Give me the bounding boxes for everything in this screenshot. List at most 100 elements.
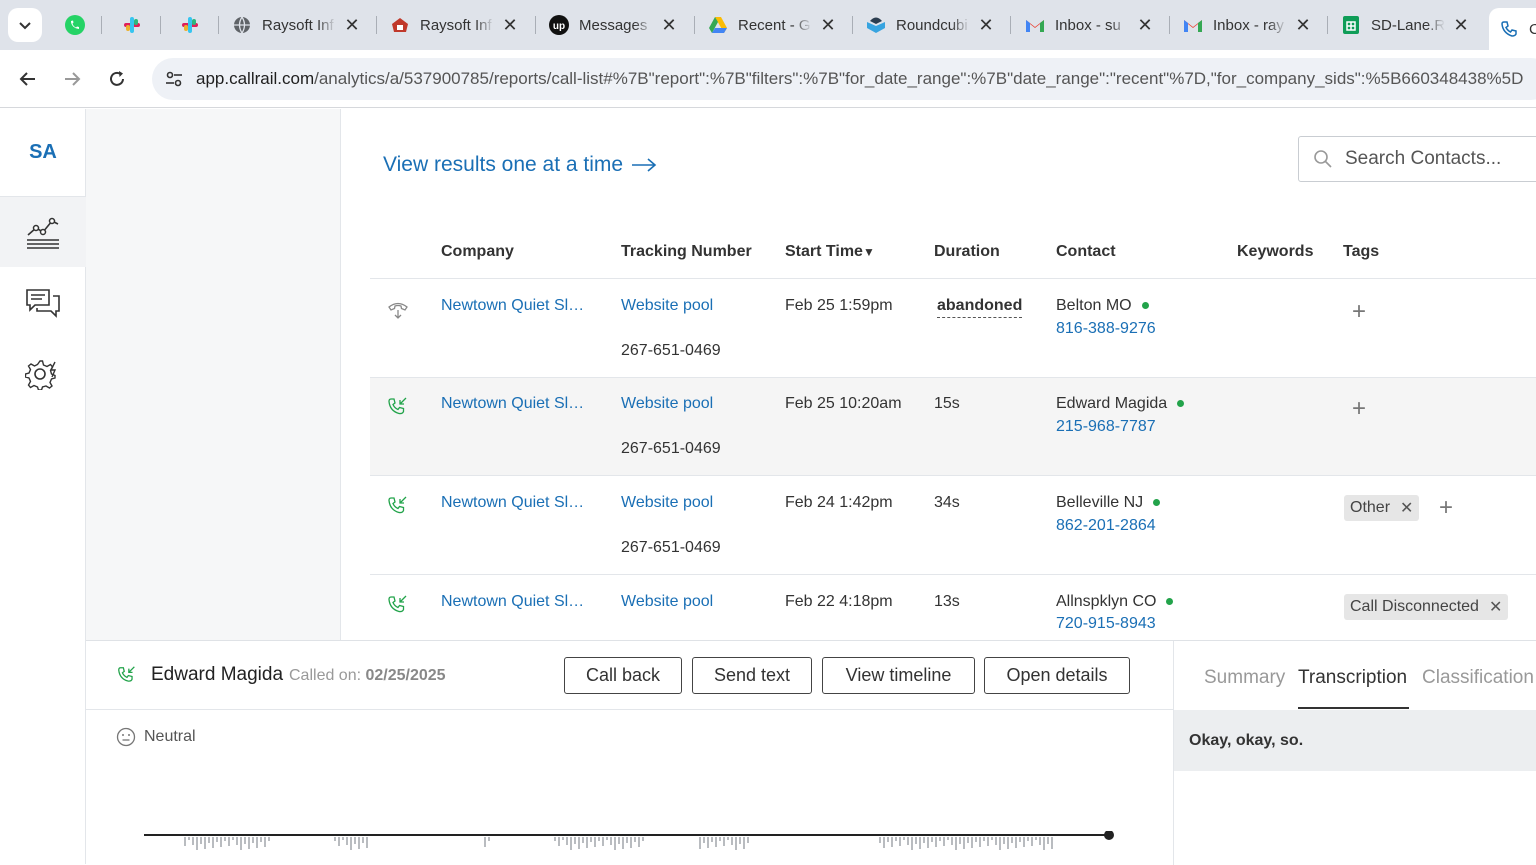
col-contact[interactable]: Contact [1056,243,1116,261]
table-row[interactable]: Newtown Quiet Sl… Website pool 267-651-0… [370,477,1536,575]
gmail-icon [1025,15,1045,35]
playhead-handle[interactable] [1104,831,1114,840]
col-tags[interactable]: Tags [1343,243,1379,261]
close-icon[interactable]: ✕ [1135,15,1155,36]
add-tag-button[interactable]: + [1439,494,1453,522]
browser-tab-active[interactable]: C [1489,8,1536,50]
close-icon[interactable]: ✕ [342,15,362,36]
browser-tab[interactable]: Raysoft Inf ✕ [380,8,530,42]
tab-search-button[interactable] [8,8,42,42]
browser-tab[interactable]: Recent - G ✕ [698,8,848,42]
waveform-bar [200,837,202,844]
waveform-bar [727,837,729,840]
company-link[interactable]: Newtown Quiet Sl… [441,297,584,315]
close-icon[interactable]: ✕ [1451,15,1471,36]
status-dot [1141,302,1149,310]
account-logo[interactable]: SA [0,109,86,197]
contact-name[interactable]: Belton MO [1056,297,1149,315]
contact-name[interactable]: Allnspklyn CO [1056,593,1174,611]
duration-abandoned[interactable]: abandoned [937,297,1023,318]
sheets-icon [1341,15,1361,35]
close-icon[interactable]: ✕ [1293,15,1313,36]
browser-tab[interactable]: Raysoft Inf ✕ [222,8,372,42]
browser-tab[interactable]: Roundcubi ✕ [856,8,1006,42]
neutral-face-icon [116,727,136,747]
remove-tag-icon[interactable]: ✕ [1489,597,1502,617]
tag-chip: Call Disconnected ✕ [1344,594,1509,620]
start-time: Feb 24 1:42pm [785,494,893,511]
address-bar[interactable]: app.callrail.com/analytics/a/537900785/r… [152,58,1536,100]
pinned-tab-slack-2[interactable] [175,10,205,40]
waveform-bar [1003,837,1005,844]
add-tag-button[interactable]: + [1352,298,1366,326]
pinned-tab-slack-1[interactable] [117,10,147,40]
close-icon[interactable]: ✕ [659,15,679,36]
col-company[interactable]: Company [441,243,514,261]
open-details-button[interactable]: Open details [984,657,1130,694]
waveform-bar [346,837,348,845]
table-row-selected[interactable]: Newtown Quiet Sl… Website pool 267-651-0… [370,378,1536,476]
site-settings-icon[interactable] [152,71,196,87]
tab-classification[interactable]: Classification [1422,667,1534,689]
tracking-pool-link[interactable]: Website pool [621,593,713,611]
add-tag-button[interactable]: + [1352,395,1366,423]
company-link[interactable]: Newtown Quiet Sl… [441,494,584,512]
waveform-bar [1023,837,1025,847]
search-icon [1314,150,1332,168]
close-icon[interactable]: ✕ [500,15,520,36]
analytics-nav[interactable] [0,197,86,267]
company-link[interactable]: Newtown Quiet Sl… [441,395,584,413]
send-text-button[interactable]: Send text [692,657,812,694]
contact-search[interactable] [1298,136,1536,182]
col-tracking-number[interactable]: Tracking Number [621,243,752,261]
pinned-tab-whatsapp[interactable] [60,10,90,40]
tab-transcription[interactable]: Transcription [1298,667,1407,689]
waveform-bar [911,837,913,850]
company-link[interactable]: Newtown Quiet Sl… [441,593,584,611]
waveform-bar [1039,837,1041,845]
contact-phone[interactable]: 862-201-2864 [1056,517,1156,535]
close-icon[interactable]: ✕ [818,15,838,36]
waveform-bar [743,837,745,849]
view-results-link[interactable]: View results one at a time [383,153,657,177]
waveform-bar [747,837,749,843]
contact-phone[interactable]: 720-915-8943 [1056,615,1156,633]
col-start-time[interactable]: Start Time▼ [785,243,875,261]
search-input[interactable] [1345,148,1536,170]
forward-button[interactable] [56,63,88,95]
settings-nav[interactable] [0,339,86,409]
waveform-bar [224,837,226,841]
browser-tab[interactable]: SD-Lane.R ✕ [1331,8,1481,42]
browser-toolbar: app.callrail.com/analytics/a/537900785/r… [0,50,1536,108]
table-row[interactable]: Newtown Quiet Sl… Website pool Feb 22 4:… [370,576,1536,640]
reload-button[interactable] [101,63,133,95]
waveform-bar [216,837,218,842]
audio-waveform[interactable] [144,831,1116,865]
tracking-pool-link[interactable]: Website pool [621,494,713,512]
tab-label: Messages [579,16,648,34]
browser-tab[interactable]: Inbox - su ✕ [1015,8,1165,42]
contact-name[interactable]: Edward Magida [1056,395,1185,413]
waveform-bar [935,837,937,847]
back-button[interactable] [12,63,44,95]
view-timeline-button[interactable]: View timeline [822,657,975,694]
raysoft-icon [390,15,410,35]
tracking-pool-link[interactable]: Website pool [621,297,713,315]
browser-tab[interactable]: up Messages ✕ [539,8,689,42]
contact-phone[interactable]: 816-388-9276 [1056,320,1156,338]
contact-phone[interactable]: 215-968-7787 [1056,418,1156,436]
remove-tag-icon[interactable]: ✕ [1400,498,1413,518]
contact-name[interactable]: Belleville NJ [1056,494,1161,512]
waveform-bar [915,837,917,844]
browser-tab[interactable]: Inbox - ray ✕ [1173,8,1323,42]
col-duration[interactable]: Duration [934,243,1000,261]
close-icon[interactable]: ✕ [976,15,996,36]
tab-summary[interactable]: Summary [1204,667,1285,689]
table-row[interactable]: Newtown Quiet Sl… Website pool 267-651-0… [370,280,1536,378]
conversations-nav[interactable] [0,268,86,338]
tracking-pool-link[interactable]: Website pool [621,395,713,413]
col-keywords[interactable]: Keywords [1237,243,1313,261]
waveform-bar [192,837,194,845]
waveform-bar [244,837,246,844]
call-back-button[interactable]: Call back [564,657,682,694]
